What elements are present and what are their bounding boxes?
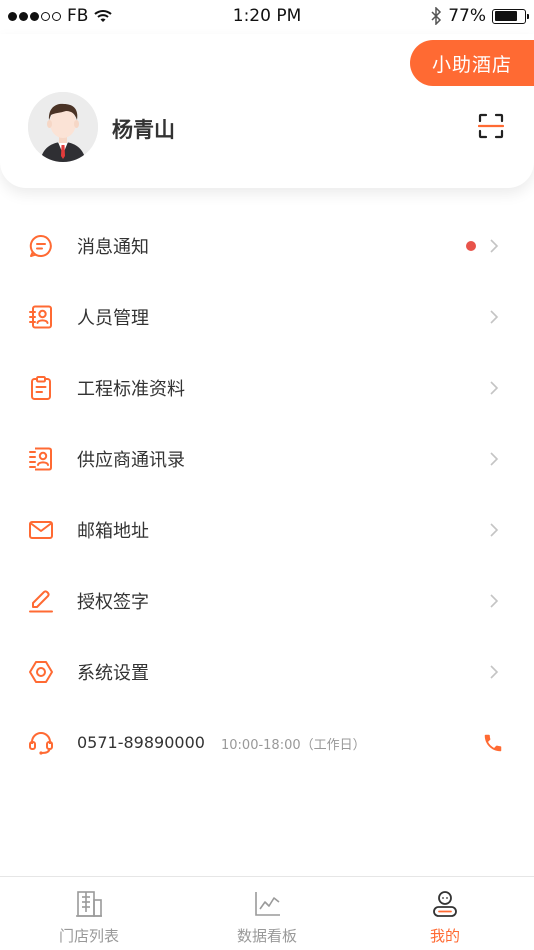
- tab-label: 我的: [429, 927, 460, 945]
- building-icon: [76, 891, 102, 917]
- bluetooth-icon: [431, 7, 442, 25]
- scan-icon[interactable]: [478, 113, 504, 139]
- menu-item-label: 供应商通讯录: [77, 449, 185, 471]
- service-hours: 10:00-18:00（工作日）: [221, 738, 366, 753]
- battery-icon: [492, 8, 529, 24]
- tab-label: 门店列表: [58, 927, 119, 945]
- menu-item-engineering-docs[interactable]: 工程标准资料: [0, 352, 534, 423]
- phone-call-icon[interactable]: [482, 732, 504, 754]
- chevron-right-icon: [490, 380, 499, 395]
- tab-label: 数据看板: [236, 927, 297, 945]
- status-right: 77%: [430, 6, 529, 26]
- tab-store-list[interactable]: 门店列表: [0, 877, 178, 950]
- avatar-image: [28, 92, 98, 162]
- menu-item-system-settings[interactable]: 系统设置: [0, 636, 534, 707]
- battery-percent: 77%: [448, 6, 486, 26]
- chevron-right-icon: [490, 451, 499, 466]
- menu-item-label: 邮箱地址: [77, 520, 149, 542]
- pen-icon: [29, 589, 53, 612]
- menu-item-messages[interactable]: 消息通知: [0, 210, 534, 281]
- message-icon: [29, 234, 52, 257]
- address-book-icon: [29, 447, 52, 470]
- menu-item-supplier-contacts[interactable]: 供应商通讯录: [0, 423, 534, 494]
- mail-icon: [29, 520, 53, 539]
- menu-item-label: 工程标准资料: [77, 378, 185, 400]
- battery-fill: [494, 11, 517, 21]
- menu-item-staff[interactable]: 人员管理: [0, 281, 534, 352]
- menu-item-label: 系统设置: [77, 662, 149, 684]
- unread-badge: [466, 240, 476, 251]
- settings-menu: 消息通知 人员管理 工程标准资料 供应商通讯录 邮箱地址 授权签字 系统设置 0…: [0, 210, 534, 778]
- chevron-right-icon: [490, 593, 499, 608]
- hotel-switch-button[interactable]: 小助酒店: [410, 40, 534, 86]
- tab-data-dashboard[interactable]: 数据看板: [178, 877, 356, 950]
- chevron-right-icon: [490, 522, 499, 537]
- menu-item-signature[interactable]: 授权签字: [0, 565, 534, 636]
- chevron-right-icon: [490, 664, 499, 679]
- menu-item-email[interactable]: 邮箱地址: [0, 494, 534, 565]
- bottom-tab-bar: 门店列表 数据看板 我的: [0, 876, 534, 950]
- menu-item-label: 授权签字: [77, 591, 149, 613]
- clipboard-icon: [31, 375, 51, 400]
- service-phone-number: 0571-89890000: [77, 733, 205, 752]
- menu-item-label: 人员管理: [77, 307, 149, 329]
- chevron-right-icon: [490, 309, 499, 324]
- tab-me[interactable]: 我的: [356, 877, 534, 950]
- avatar[interactable]: [28, 92, 98, 162]
- chart-icon: [255, 892, 280, 916]
- contact-card-icon: [29, 305, 52, 328]
- profile-card: 小助酒店 杨青山: [0, 34, 534, 188]
- headset-icon: [29, 731, 53, 755]
- menu-item-service-hotline[interactable]: 0571-89890000 10:00-18:00（工作日）: [0, 707, 534, 778]
- chevron-right-icon: [490, 238, 499, 253]
- status-bar: FB 1:20 PM 77%: [0, 0, 534, 34]
- menu-item-label: 消息通知: [77, 236, 149, 258]
- profile-icon: [433, 891, 457, 917]
- hexagon-settings-icon: [29, 660, 53, 683]
- user-name: 杨青山: [112, 118, 175, 142]
